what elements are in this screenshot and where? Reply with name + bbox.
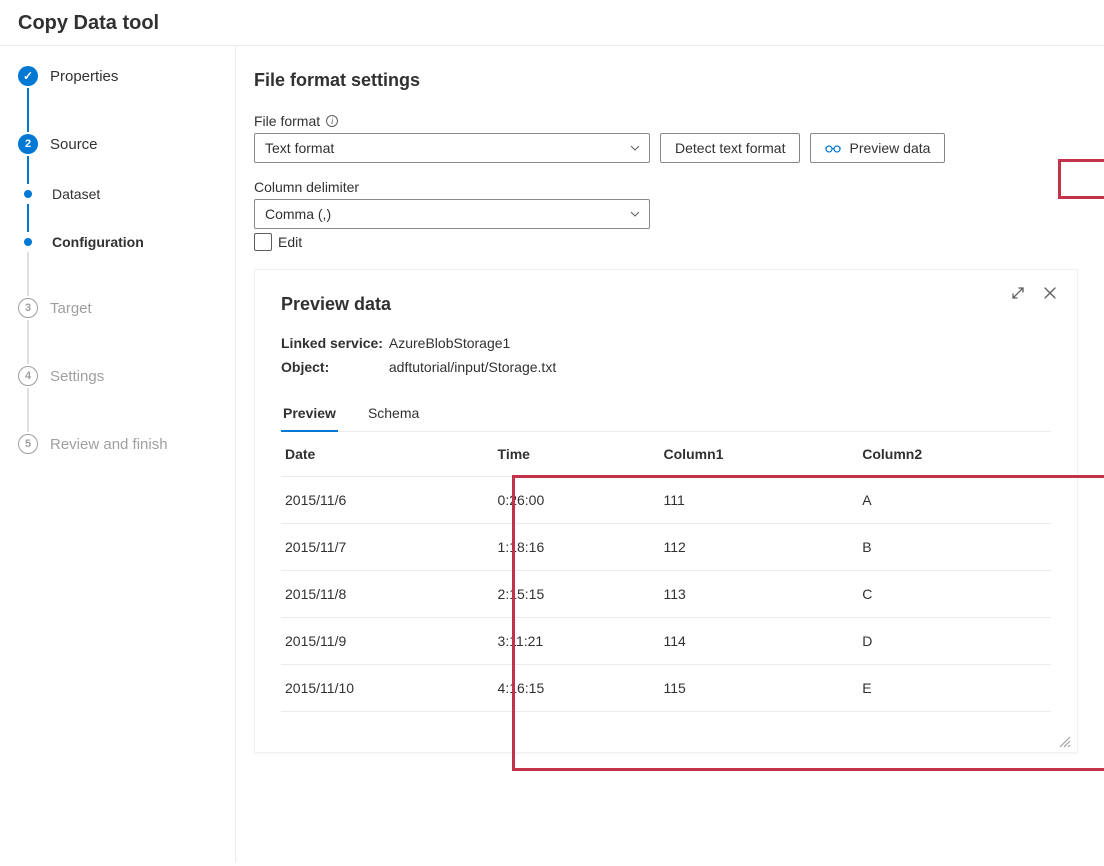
step-source[interactable]: 2 Source xyxy=(18,132,225,156)
object-row: Object: adftutorial/input/Storage.txt xyxy=(281,359,1051,375)
step-label: Settings xyxy=(50,368,104,385)
preview-table: Date Time Column1 Column2 2015/11/60:26:… xyxy=(281,432,1051,712)
dot-icon xyxy=(24,238,32,246)
substep-label: Dataset xyxy=(52,186,100,202)
table-cell: 2015/11/6 xyxy=(281,477,488,524)
step-number-icon: 5 xyxy=(18,434,38,454)
col-delimiter-select[interactable]: Comma (,) xyxy=(254,199,650,229)
table-cell: 2015/11/7 xyxy=(281,524,488,571)
detect-text-format-button[interactable]: Detect text format xyxy=(660,133,800,163)
linked-service-row: Linked service: AzureBlobStorage1 xyxy=(281,335,1051,351)
preview-panel: Preview data Linked service: AzureBlobSt… xyxy=(254,269,1078,753)
file-format-select[interactable]: Text format xyxy=(254,133,650,163)
substep-configuration[interactable]: Configuration xyxy=(18,232,225,252)
step-connector xyxy=(27,88,29,132)
step-connector xyxy=(27,204,29,232)
step-review[interactable]: 5 Review and finish xyxy=(18,432,225,456)
preview-title: Preview data xyxy=(281,294,1051,315)
table-cell: 111 xyxy=(654,477,853,524)
col-header: Date xyxy=(281,432,488,477)
table-cell: C xyxy=(852,571,1051,618)
main-content: File format settings File format Text fo… xyxy=(235,46,1104,862)
step-label: Properties xyxy=(50,68,118,85)
table-cell: 115 xyxy=(654,665,853,712)
section-title: File format settings xyxy=(254,70,1078,91)
step-number-icon: 3 xyxy=(18,298,38,318)
dot-icon xyxy=(24,190,32,198)
col-header: Column2 xyxy=(852,432,1051,477)
table-cell: 2015/11/8 xyxy=(281,571,488,618)
preview-data-button[interactable]: Preview data xyxy=(810,133,945,163)
table-header-row: Date Time Column1 Column2 xyxy=(281,432,1051,477)
substep-dataset[interactable]: Dataset xyxy=(18,184,225,204)
table-cell: A xyxy=(852,477,1051,524)
table-cell: 2015/11/10 xyxy=(281,665,488,712)
glasses-icon xyxy=(825,143,841,153)
check-icon xyxy=(18,66,38,86)
table-cell: 112 xyxy=(654,524,853,571)
close-icon[interactable] xyxy=(1041,284,1059,307)
edit-checkbox-label: Edit xyxy=(278,234,302,250)
step-target[interactable]: 3 Target xyxy=(18,296,225,320)
table-cell: 0:26:00 xyxy=(488,477,654,524)
step-properties[interactable]: Properties xyxy=(18,64,225,88)
table-row: 2015/11/71:18:16112B xyxy=(281,524,1051,571)
step-connector xyxy=(27,320,29,364)
table-cell: 113 xyxy=(654,571,853,618)
table-cell: 2:15:15 xyxy=(488,571,654,618)
table-row: 2015/11/60:26:00111A xyxy=(281,477,1051,524)
page-header: Copy Data tool xyxy=(0,0,1104,46)
preview-tabs: Preview Schema xyxy=(281,397,1051,432)
step-number-icon: 4 xyxy=(18,366,38,386)
table-cell: 1:18:16 xyxy=(488,524,654,571)
table-cell: B xyxy=(852,524,1051,571)
table-cell: E xyxy=(852,665,1051,712)
resize-handle-icon[interactable] xyxy=(1057,734,1071,748)
step-label: Source xyxy=(50,136,98,153)
table-row: 2015/11/82:15:15113C xyxy=(281,571,1051,618)
file-format-label: File format xyxy=(254,113,1078,129)
step-number-icon: 2 xyxy=(18,134,38,154)
page-title: Copy Data tool xyxy=(18,12,1086,35)
col-header: Time xyxy=(488,432,654,477)
table-row: 2015/11/104:16:15115E xyxy=(281,665,1051,712)
col-header: Column1 xyxy=(654,432,853,477)
tab-preview[interactable]: Preview xyxy=(281,397,338,431)
table-cell: 2015/11/9 xyxy=(281,618,488,665)
table-cell: D xyxy=(852,618,1051,665)
wizard-sidebar: Properties 2 Source Dataset Configuratio… xyxy=(0,46,235,862)
tab-schema[interactable]: Schema xyxy=(366,397,421,431)
expand-icon[interactable] xyxy=(1009,284,1027,307)
step-settings[interactable]: 4 Settings xyxy=(18,364,225,388)
step-label: Target xyxy=(50,300,92,317)
table-cell: 3:11:21 xyxy=(488,618,654,665)
table-row: 2015/11/93:11:21114D xyxy=(281,618,1051,665)
edit-checkbox[interactable] xyxy=(254,233,272,251)
step-label: Review and finish xyxy=(50,436,168,453)
substep-label: Configuration xyxy=(52,234,144,250)
table-cell: 4:16:15 xyxy=(488,665,654,712)
col-delimiter-label: Column delimiter xyxy=(254,179,1078,195)
step-connector xyxy=(27,156,29,184)
step-connector xyxy=(27,388,29,432)
step-connector xyxy=(27,252,29,296)
table-cell: 114 xyxy=(654,618,853,665)
info-icon[interactable] xyxy=(326,115,338,127)
